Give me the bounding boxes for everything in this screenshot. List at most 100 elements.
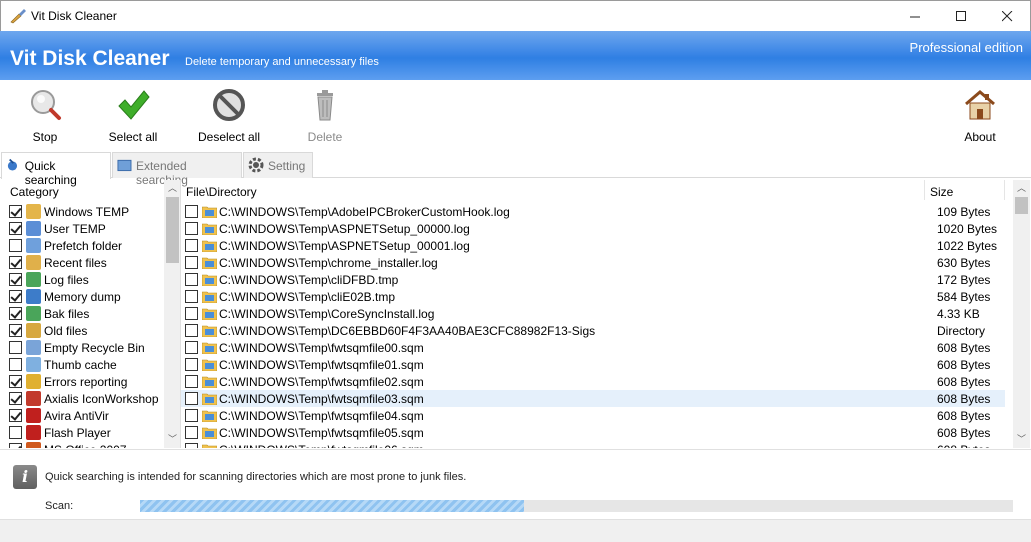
table-row[interactable]: C:\WINDOWS\Temp\fwtsqmfile03.sqm 608 Byte…: [181, 390, 1005, 407]
tab-quick-searching[interactable]: Quick searching: [1, 152, 111, 187]
row-checkbox[interactable]: [185, 443, 198, 448]
minimize-button[interactable]: [892, 1, 938, 31]
row-checkbox[interactable]: [185, 307, 198, 320]
category-item[interactable]: Bak files: [9, 305, 89, 322]
category-label: Flash Player: [44, 425, 111, 440]
folder-windows-icon: [201, 256, 218, 270]
row-checkbox[interactable]: [185, 341, 198, 354]
table-row[interactable]: C:\WINDOWS\Temp\fwtsqmfile02.sqm 608 Byte…: [181, 373, 1005, 390]
category-item[interactable]: Log files: [9, 271, 89, 288]
category-label: Windows TEMP: [44, 204, 130, 219]
category-item[interactable]: Flash Player: [9, 424, 111, 441]
folder-windows-icon: [201, 324, 218, 338]
category-checkbox[interactable]: [9, 256, 22, 269]
select-all-button[interactable]: Select all: [98, 88, 168, 144]
window-title: Vit Disk Cleaner: [31, 9, 117, 23]
category-item[interactable]: Axialis IconWorkshop: [9, 390, 159, 407]
category-item[interactable]: Recent files: [9, 254, 107, 271]
category-checkbox[interactable]: [9, 426, 22, 439]
table-row[interactable]: C:\WINDOWS\Temp\fwtsqmfile00.sqm 608 Byte…: [181, 339, 1005, 356]
table-row[interactable]: C:\WINDOWS\Temp\chrome_installer.log 630 …: [181, 254, 1005, 271]
category-checkbox[interactable]: [9, 324, 22, 337]
stop-button[interactable]: Stop: [10, 88, 80, 144]
table-row[interactable]: C:\WINDOWS\Temp\ASPNETSetup_00000.log 102…: [181, 220, 1005, 237]
table-row[interactable]: C:\WINDOWS\Temp\cliE02B.tmp 584 Bytes: [181, 288, 1005, 305]
row-checkbox[interactable]: [185, 256, 198, 269]
column-header-size[interactable]: Size: [925, 180, 1005, 200]
scroll-up-icon[interactable]: ︿: [1013, 180, 1030, 197]
file-size: 608 Bytes: [937, 340, 991, 355]
row-checkbox[interactable]: [185, 375, 198, 388]
status-bar: [0, 519, 1031, 542]
category-scroll-thumb[interactable]: [166, 197, 179, 263]
category-item[interactable]: MS Office 2007: [9, 441, 127, 448]
scroll-down-icon[interactable]: ﹀: [1013, 431, 1030, 448]
row-checkbox[interactable]: [185, 290, 198, 303]
row-checkbox[interactable]: [185, 392, 198, 405]
row-checkbox[interactable]: [185, 222, 198, 235]
category-checkbox[interactable]: [9, 341, 22, 354]
category-checkbox[interactable]: [9, 307, 22, 320]
category-item[interactable]: Thumb cache: [9, 356, 117, 373]
row-checkbox[interactable]: [185, 239, 198, 252]
category-item[interactable]: User TEMP: [9, 220, 106, 237]
table-row[interactable]: C:\WINDOWS\Temp\DC6EBBD60F4F3AA40BAE3CFC…: [181, 322, 1005, 339]
file-path: C:\WINDOWS\Temp\AdobeIPCBrokerCustomHook…: [219, 204, 510, 219]
category-checkbox[interactable]: [9, 443, 22, 448]
table-row[interactable]: C:\WINDOWS\Temp\fwtsqmfile04.sqm 608 Byte…: [181, 407, 1005, 424]
category-item[interactable]: Memory dump: [9, 288, 121, 305]
row-checkbox[interactable]: [185, 409, 198, 422]
category-checkbox[interactable]: [9, 273, 22, 286]
category-checkbox[interactable]: [9, 392, 22, 405]
maximize-button[interactable]: [938, 1, 984, 31]
category-label: Recent files: [44, 255, 107, 270]
file-scroll-thumb[interactable]: [1015, 197, 1028, 214]
scroll-down-icon[interactable]: ﹀: [164, 431, 180, 448]
close-button[interactable]: [984, 1, 1030, 31]
row-checkbox[interactable]: [185, 205, 198, 218]
delete-button[interactable]: Delete: [290, 88, 360, 144]
category-checkbox[interactable]: [9, 409, 22, 422]
category-checkbox[interactable]: [9, 205, 22, 218]
tab-extended-searching[interactable]: Extended searching: [112, 152, 242, 187]
table-row[interactable]: C:\WINDOWS\Temp\ASPNETSetup_00001.log 102…: [181, 237, 1005, 254]
scroll-up-icon[interactable]: ︿: [164, 180, 180, 197]
table-row[interactable]: C:\WINDOWS\Temp\cliDFBD.tmp 172 Bytes: [181, 271, 1005, 288]
thumb-cache-icon: [26, 357, 41, 372]
bak-files-icon: [26, 306, 41, 321]
category-item[interactable]: Prefetch folder: [9, 237, 122, 254]
table-row[interactable]: C:\WINDOWS\Temp\fwtsqmfile06.sqm608 Byte…: [181, 441, 1005, 448]
table-row[interactable]: C:\WINDOWS\Temp\fwtsqmfile01.sqm 608 Byte…: [181, 356, 1005, 373]
category-checkbox[interactable]: [9, 358, 22, 371]
file-size: 109 Bytes: [937, 204, 991, 219]
file-list-pane: File\Directory Size C:\WINDOWS\Temp\Adob…: [181, 180, 1031, 448]
deselect-all-button[interactable]: Deselect all: [194, 88, 264, 144]
category-item[interactable]: Old files: [9, 322, 87, 339]
category-checkbox[interactable]: [9, 239, 22, 252]
table-row[interactable]: C:\WINDOWS\Temp\fwtsqmfile05.sqm 608 Byte…: [181, 424, 1005, 441]
table-row[interactable]: C:\WINDOWS\Temp\AdobeIPCBrokerCustomHook…: [181, 203, 1005, 220]
category-scrollbar[interactable]: ︿ ﹀: [164, 180, 180, 448]
category-checkbox[interactable]: [9, 222, 22, 235]
category-item[interactable]: Errors reporting: [9, 373, 127, 390]
category-header: Category: [10, 185, 59, 199]
row-checkbox[interactable]: [185, 358, 198, 371]
category-item[interactable]: Windows TEMP: [9, 203, 129, 220]
about-button[interactable]: About: [945, 88, 1015, 144]
folder-windows-icon: [201, 409, 218, 423]
tab-setting[interactable]: Setting: [243, 152, 313, 178]
file-list-scrollbar[interactable]: ︿ ﹀: [1013, 180, 1030, 448]
app-broom-icon: [10, 9, 26, 24]
row-checkbox[interactable]: [185, 273, 198, 286]
column-header-path[interactable]: File\Directory: [181, 180, 925, 200]
category-checkbox[interactable]: [9, 290, 22, 303]
tab-strip: Quick searching Extended searching Setti…: [0, 152, 1031, 187]
file-size: 608 Bytes: [937, 408, 991, 423]
row-checkbox[interactable]: [185, 324, 198, 337]
category-checkbox[interactable]: [9, 375, 22, 388]
category-item[interactable]: Empty Recycle Bin: [9, 339, 145, 356]
table-row[interactable]: C:\WINDOWS\Temp\CoreSyncInstall.log 4.33 …: [181, 305, 1005, 322]
category-item[interactable]: Avira AntiVir: [9, 407, 109, 424]
row-checkbox[interactable]: [185, 426, 198, 439]
info-text: Quick searching is intended for scanning…: [45, 471, 467, 483]
